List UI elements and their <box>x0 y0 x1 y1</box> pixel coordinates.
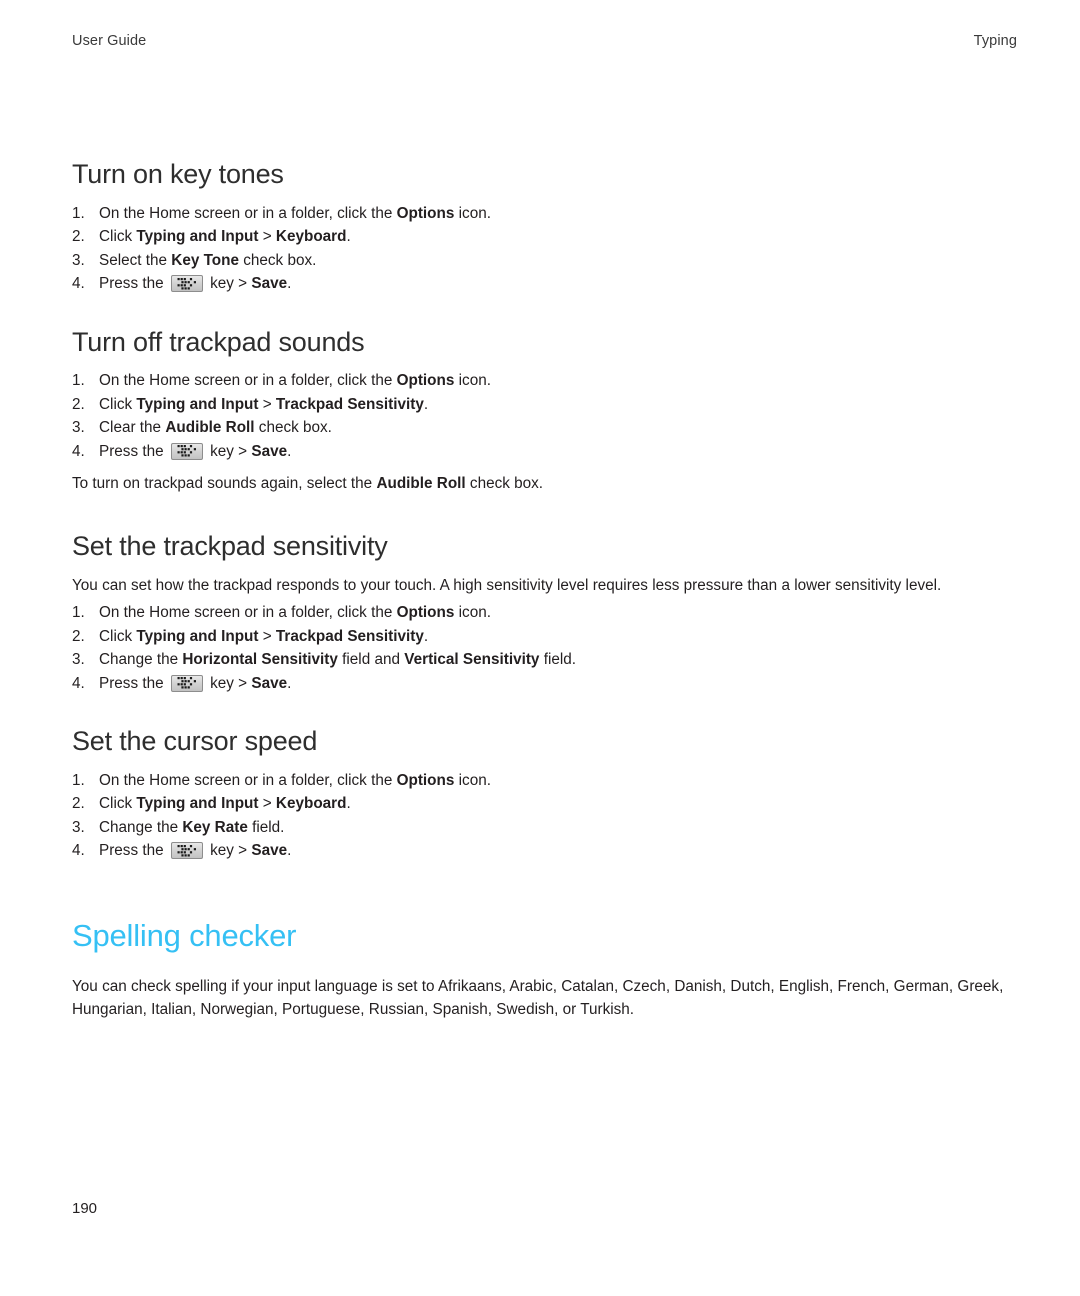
emphasis-text: Save <box>251 275 288 293</box>
section-heading: Set the trackpad sensitivity <box>72 530 388 561</box>
chapter-heading: Spelling checker <box>72 917 297 953</box>
step-text: Press the key > Save. <box>99 442 292 460</box>
section-set-cursor-speed: Set the cursor speed 1. On the Home scree… <box>72 726 1018 863</box>
step-item: 1. On the Home screen or in a folder, cli… <box>72 369 1018 393</box>
emphasis-text: Save <box>251 842 288 860</box>
step-text: On the Home screen or in a folder, click… <box>99 204 491 222</box>
blackberry-menu-key-icon <box>170 842 203 860</box>
running-header: User Guide Typing <box>72 33 1017 49</box>
step-text: On the Home screen or in a folder, click… <box>99 771 491 789</box>
step-number: 2. <box>72 795 85 813</box>
section-heading: Turn on key tones <box>72 159 284 189</box>
emphasis-text: Options <box>396 372 455 390</box>
step-text: Select the Key Tone check box. <box>99 251 317 269</box>
step-item: 2. Click Typing and Input > Keyboard. <box>72 225 1018 249</box>
step-number: 3. <box>72 818 85 836</box>
step-item: 3. Change the Key Rate field. <box>72 816 1018 840</box>
emphasis-text: Vertical Sensitivity <box>404 651 540 669</box>
step-text: Change the Horizontal Sensitivity field … <box>99 651 577 669</box>
step-item: 4. Press the key > Save. <box>72 672 1018 696</box>
section-heading: Turn off trackpad sounds <box>72 326 365 357</box>
step-item: 2. Click Typing and Input > Trackpad Sens… <box>72 625 1018 649</box>
step-number: 2. <box>72 627 85 645</box>
section-turn-off-trackpad-sounds: Turn off trackpad sounds 1. On the Home s… <box>72 326 1018 496</box>
emphasis-text: Key Tone <box>171 251 239 269</box>
running-header-right: Typing <box>973 33 1017 49</box>
step-item: 1. On the Home screen or in a folder, cli… <box>72 769 1018 793</box>
emphasis-text: Save <box>251 442 288 460</box>
step-number: 1. <box>72 372 85 390</box>
document-page: User Guide Typing Turn on key tones 1. On… <box>0 0 1080 1296</box>
step-item: 4. Press the key > Save. <box>72 440 1018 464</box>
section-spelling-checker: Spelling checker You can check spelling … <box>72 917 1018 1022</box>
emphasis-text: Keyboard <box>275 228 347 246</box>
step-item: 2. Click Typing and Input > Trackpad Sens… <box>72 393 1018 417</box>
step-item: 3. Clear the Audible Roll check box. <box>72 416 1018 440</box>
step-text: On the Home screen or in a folder, click… <box>99 604 491 622</box>
step-number: 4. <box>72 674 85 692</box>
running-header-left: User Guide <box>72 33 147 49</box>
step-number: 1. <box>72 604 85 622</box>
step-number: 2. <box>72 228 85 246</box>
step-item: 1. On the Home screen or in a folder, cli… <box>72 202 1018 226</box>
emphasis-text: Typing and Input <box>136 228 259 246</box>
step-number: 4. <box>72 842 85 860</box>
emphasis-text: Keyboard <box>275 795 347 813</box>
step-number: 3. <box>72 651 85 669</box>
step-number: 1. <box>72 771 85 789</box>
step-text: Click Typing and Input > Keyboard. <box>99 228 351 246</box>
step-number: 1. <box>72 204 85 222</box>
step-text: Press the key > Save. <box>99 674 292 692</box>
section-heading: Set the cursor speed <box>72 726 318 757</box>
emphasis-text: Audible Roll <box>165 419 255 437</box>
emphasis-text: Typing and Input <box>136 627 259 645</box>
chapter-paragraph: You can check spelling if your input lan… <box>72 977 1004 1019</box>
emphasis-text: Save <box>251 674 288 692</box>
step-item: 4. Press the key > Save. <box>72 839 1018 863</box>
step-text: Click Typing and Input > Keyboard. <box>99 795 351 813</box>
step-text: Press the key > Save. <box>99 842 292 860</box>
step-text: Press the key > Save. <box>99 275 292 293</box>
blackberry-menu-key-icon <box>170 275 203 293</box>
emphasis-text: Audible Roll <box>376 475 466 493</box>
section-turn-on-key-tones: Turn on key tones 1. On the Home screen o… <box>72 159 1018 296</box>
step-number: 3. <box>72 419 85 437</box>
step-number: 4. <box>72 442 85 460</box>
step-text: On the Home screen or in a folder, click… <box>99 372 491 390</box>
emphasis-text: Key Rate <box>182 818 248 836</box>
step-list: 1. On the Home screen or in a folder, cli… <box>72 769 1018 863</box>
step-text: Click Typing and Input > Trackpad Sensit… <box>99 627 429 645</box>
step-item: 3. Select the Key Tone check box. <box>72 249 1018 273</box>
emphasis-text: Options <box>396 604 455 622</box>
section-intro-paragraph: You can set how the trackpad responds to… <box>72 576 942 594</box>
step-list: 1. On the Home screen or in a folder, cli… <box>72 202 1018 296</box>
emphasis-text: Trackpad Sensitivity <box>275 627 424 645</box>
page-number: 190 <box>72 1200 98 1217</box>
step-item: 4. Press the key > Save. <box>72 272 1018 296</box>
page-content: Turn on key tones 1. On the Home screen o… <box>72 159 1018 1026</box>
emphasis-text: Trackpad Sensitivity <box>275 395 424 413</box>
emphasis-text: Options <box>396 771 455 789</box>
section-note: To turn on trackpad sounds again, select… <box>72 475 544 493</box>
step-item: 3. Change the Horizontal Sensitivity fiel… <box>72 648 1018 672</box>
step-number: 4. <box>72 275 85 293</box>
emphasis-text: Typing and Input <box>136 795 259 813</box>
step-text: Change the Key Rate field. <box>99 818 285 836</box>
step-item: 1. On the Home screen or in a folder, cli… <box>72 601 1018 625</box>
step-list: 1. On the Home screen or in a folder, cli… <box>72 369 1018 463</box>
emphasis-text: Options <box>396 204 455 222</box>
step-list: 1. On the Home screen or in a folder, cli… <box>72 601 1018 695</box>
step-text: Clear the Audible Roll check box. <box>99 419 332 437</box>
step-number: 2. <box>72 395 85 413</box>
step-number: 3. <box>72 251 85 269</box>
blackberry-menu-key-icon <box>170 442 203 460</box>
emphasis-text: Typing and Input <box>136 395 259 413</box>
step-item: 2. Click Typing and Input > Keyboard. <box>72 792 1018 816</box>
step-text: Click Typing and Input > Trackpad Sensit… <box>99 395 429 413</box>
section-set-trackpad-sensitivity: Set the trackpad sensitivity You can set… <box>72 530 1018 695</box>
blackberry-menu-key-icon <box>170 674 203 692</box>
emphasis-text: Horizontal Sensitivity <box>182 651 338 669</box>
